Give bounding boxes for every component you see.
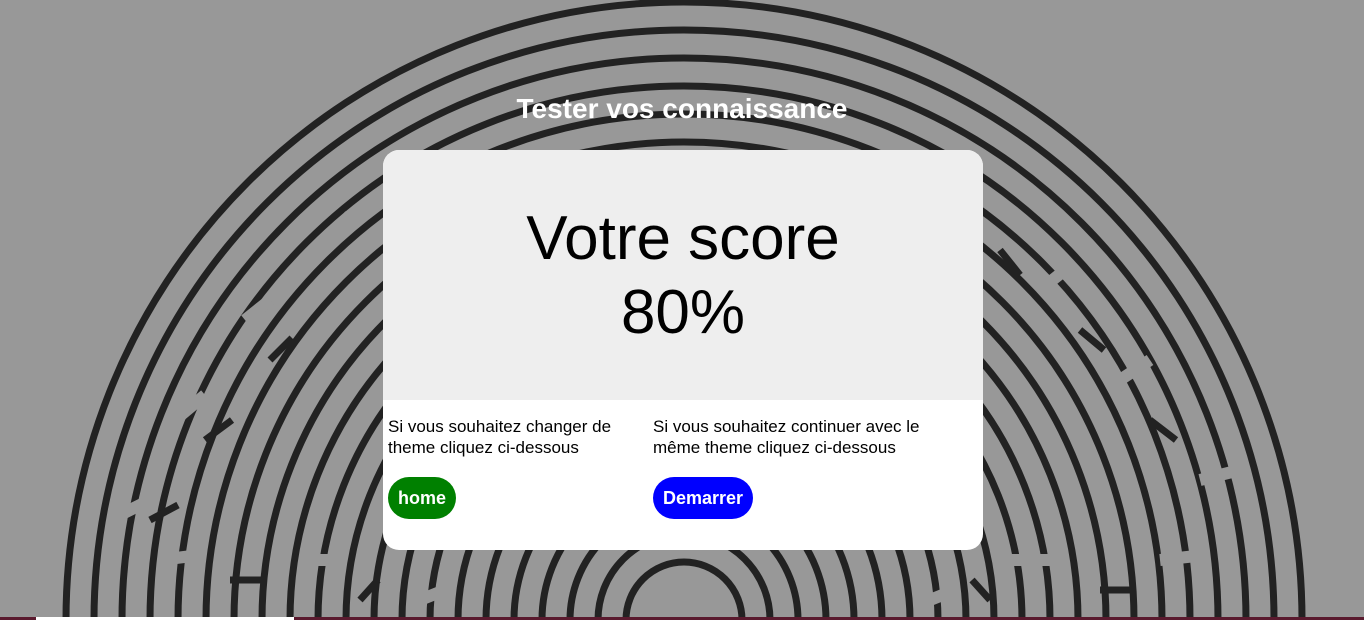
start-button[interactable]: Demarrer	[653, 477, 754, 519]
result-card: Votre score 80% Si vous souhaitez change…	[383, 150, 983, 550]
score-panel: Votre score 80%	[383, 150, 983, 400]
score-label: Votre score	[526, 204, 840, 273]
change-theme-text: Si vous souhaitez changer de theme cliqu…	[388, 417, 612, 457]
same-theme-option: Si vous souhaitez continuer avec le même…	[653, 416, 953, 519]
page-title: Tester vos connaissance	[516, 93, 848, 124]
score-value: 80%	[620, 278, 746, 347]
change-theme-option: Si vous souhaitez changer de theme cliqu…	[388, 416, 638, 519]
same-theme-text: Si vous souhaitez continuer avec le même…	[653, 417, 920, 457]
home-button[interactable]: home	[388, 477, 457, 519]
quiz-result-page: Tester vos connaissance Votre score 80% …	[0, 0, 1364, 620]
